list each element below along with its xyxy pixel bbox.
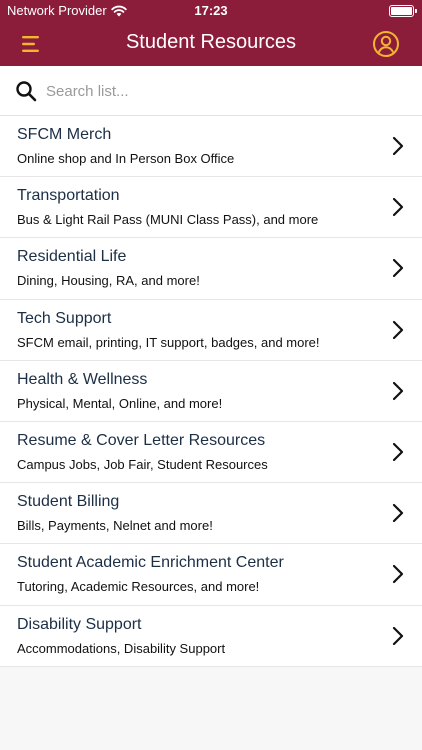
app-header: Network Provider 17:23 Student Resources <box>0 0 422 66</box>
list-item-title: Student Billing <box>17 493 120 511</box>
list-item[interactable]: Student Academic Enrichment Center Tutori… <box>0 544 422 606</box>
search-input[interactable] <box>46 78 406 104</box>
list-item-subtitle: Physical, Mental, Online, and more! <box>17 395 223 411</box>
user-circle-icon[interactable] <box>372 30 400 58</box>
chevron-right-icon <box>392 320 404 339</box>
list-item-title: SFCM Merch <box>17 126 112 143</box>
list-item-subtitle: Dining, Housing, RA, and more! <box>17 273 200 289</box>
list-item-title: Residential Life <box>17 248 127 266</box>
list-item[interactable]: Resume & Cover Letter Resources Campus Jo… <box>0 421 422 484</box>
chevron-right-icon <box>392 442 404 462</box>
list-item-subtitle: SFCM email, printing, IT support, badges… <box>17 334 320 350</box>
resource-list: SFCM Merch Online shop and In Person Box … <box>0 116 422 667</box>
list-item-subtitle: Tutoring, Academic Resources, and more! <box>17 579 260 595</box>
list-item[interactable]: Health & Wellness Physical, Mental, Onlin… <box>0 360 422 422</box>
list-item-title: Disability Support <box>17 615 142 633</box>
search-bar <box>0 66 422 116</box>
list-item[interactable]: Residential Life Dining, Housing, RA, and… <box>0 238 422 300</box>
list-item-title: Tech Support <box>17 309 112 327</box>
list-item-title: Resume & Cover Letter Resources <box>17 431 266 449</box>
list-item-subtitle: Bills, Payments, Nelnet and more! <box>17 518 213 534</box>
status-time: 17:23 <box>194 3 228 18</box>
nav-bar: Student Resources <box>0 22 422 66</box>
list-item-title: Health & Wellness <box>17 370 148 388</box>
list-item[interactable]: SFCM Merch Online shop and In Person Box … <box>0 116 422 178</box>
list-item-subtitle: Campus Jobs, Job Fair, Student Resources <box>17 456 268 472</box>
chevron-right-icon <box>392 504 404 523</box>
page-title: Student Resources <box>125 31 297 53</box>
chevron-right-icon <box>392 381 404 400</box>
list-item-subtitle: Accommodations, Disability Support <box>17 640 226 656</box>
chevron-right-icon <box>392 626 404 645</box>
list-item-subtitle: Online shop and In Person Box Office <box>17 151 235 166</box>
chevron-right-icon <box>392 136 404 156</box>
chevron-right-icon <box>392 198 404 217</box>
list-item[interactable]: Student Billing Bills, Payments, Nelnet a… <box>0 483 422 545</box>
list-item-subtitle: Bus & Light Rail Pass (MUNI Class Pass),… <box>17 212 319 228</box>
chevron-right-icon <box>392 259 404 278</box>
list-item-title: Transportation <box>17 187 120 205</box>
list-item-title: Student Academic Enrichment Center <box>17 554 284 572</box>
search-icon <box>16 81 37 102</box>
status-bar: Network Provider 17:23 <box>0 0 422 22</box>
list-item[interactable]: Tech Support SFCM email, printing, IT sup… <box>0 299 422 361</box>
list-item[interactable]: Disability Support Accommodations, Disabi… <box>0 605 422 667</box>
list-item[interactable]: Transportation Bus & Light Rail Pass (MUN… <box>0 177 422 239</box>
battery-icon <box>389 5 417 17</box>
chevron-right-icon <box>392 565 404 584</box>
